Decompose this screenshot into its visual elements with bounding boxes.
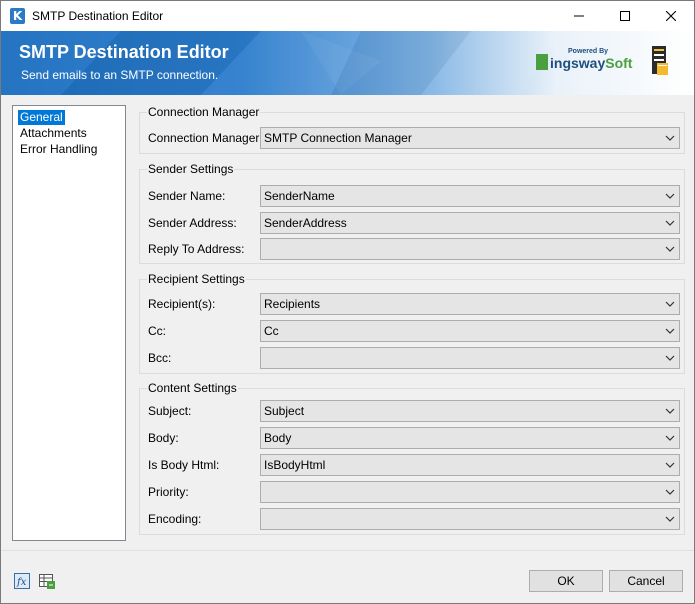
minimize-button[interactable] [556,1,602,31]
is-body-html-dropdown[interactable]: IsBodyHtml [260,454,680,476]
is-body-html-value: IsBodyHtml [264,458,326,472]
encoding-dropdown[interactable] [260,508,680,530]
nav-item-attachments[interactable]: Attachments [18,126,89,141]
recipients-label: Recipient(s): [148,297,216,311]
cc-label: Cc: [148,324,166,338]
brand-name: ingswaySoft [550,55,632,71]
cancel-button[interactable]: Cancel [609,570,683,592]
brand-name-suffix: Soft [605,55,633,71]
sender-name-dropdown[interactable]: SenderName [260,185,680,207]
kingswaysoft-k-mark [536,54,548,70]
brand-name-prefix: ingsway [550,55,606,71]
dialog-window: K SMTP Destination Editor SMTP Destinati… [0,0,695,604]
minimize-icon [574,15,584,17]
content-settings-group: Content Settings Subject: Subject Body: … [139,381,685,535]
reply-to-address-label: Reply To Address: [148,242,245,256]
kingswaysoft-app-icon: K [10,8,25,24]
chevron-down-icon [665,246,675,252]
chevron-down-icon [665,301,675,307]
close-button[interactable] [648,1,694,31]
recipient-settings-group: Recipient Settings Recipient(s): Recipie… [139,272,685,374]
banner-subtitle: Send emails to an SMTP connection. [21,68,219,82]
encoding-label: Encoding: [148,512,202,526]
maximize-button[interactable] [602,1,648,31]
body-dropdown[interactable]: Body [260,427,680,449]
chevron-down-icon [665,193,675,199]
connection-manager-value: SMTP Connection Manager [264,131,412,145]
nav-item-general[interactable]: General [18,110,65,125]
chevron-down-icon [665,462,675,468]
sender-address-value: SenderAddress [264,216,347,230]
cc-value: Cc [264,324,279,338]
reply-to-address-dropdown[interactable] [260,238,680,260]
header-banner: SMTP Destination Editor Send emails to a… [1,31,694,95]
chevron-down-icon [665,435,675,441]
recipient-settings-group-title: Recipient Settings [147,272,246,286]
title-bar[interactable]: K SMTP Destination Editor [1,1,694,31]
chevron-down-icon [665,355,675,361]
cc-dropdown[interactable]: Cc [260,320,680,342]
page-navigation-list: General Attachments Error Handling [12,105,126,541]
connection-manager-group: Connection Manager Connection Manager: S… [139,105,685,154]
sender-name-value: SenderName [264,189,335,203]
banner-title: SMTP Destination Editor [19,42,229,62]
chevron-down-icon [665,408,675,414]
footer-separator [1,550,694,551]
maximize-icon [620,11,630,21]
recipients-dropdown[interactable]: Recipients [260,293,680,315]
priority-dropdown[interactable] [260,481,680,503]
subject-value: Subject [264,404,305,418]
subject-label: Subject: [148,404,192,418]
chevron-down-icon [665,135,675,141]
brand-powered-text: Powered By [568,48,609,55]
connection-manager-group-title: Connection Manager [147,105,261,119]
body-label: Body: [148,431,179,445]
nav-item-error-handling[interactable]: Error Handling [18,142,99,157]
document-stack-icon [652,46,668,75]
content-settings-group-title: Content Settings [147,381,238,395]
body-value: Body [264,431,292,445]
kingswaysoft-logo: Powered By ingswaySoft [536,48,632,78]
close-icon [666,11,676,21]
chevron-down-icon [665,220,675,226]
fx-icon[interactable]: fx [14,573,30,589]
chevron-down-icon [665,489,675,495]
sender-address-dropdown[interactable]: SenderAddress [260,212,680,234]
subject-dropdown[interactable]: Subject [260,400,680,422]
bcc-label: Bcc: [148,351,172,365]
window-title: SMTP Destination Editor [32,9,164,23]
chevron-down-icon [665,516,675,522]
priority-label: Priority: [148,485,189,499]
recipients-value: Recipients [264,297,321,311]
chevron-down-icon [665,328,675,334]
bcc-dropdown[interactable] [260,347,680,369]
connection-manager-label: Connection Manager: [148,131,263,145]
svg-text:fx: fx [16,577,27,588]
variables-grid-icon[interactable] [39,573,55,589]
connection-manager-dropdown[interactable]: SMTP Connection Manager [260,127,680,149]
sender-name-label: Sender Name: [148,189,226,203]
is-body-html-label: Is Body Html: [148,458,220,472]
sender-settings-group: Sender Settings Sender Name: SenderName … [139,162,685,264]
ok-button[interactable]: OK [529,570,603,592]
sender-settings-group-title: Sender Settings [147,162,235,176]
sender-address-label: Sender Address: [148,216,237,230]
